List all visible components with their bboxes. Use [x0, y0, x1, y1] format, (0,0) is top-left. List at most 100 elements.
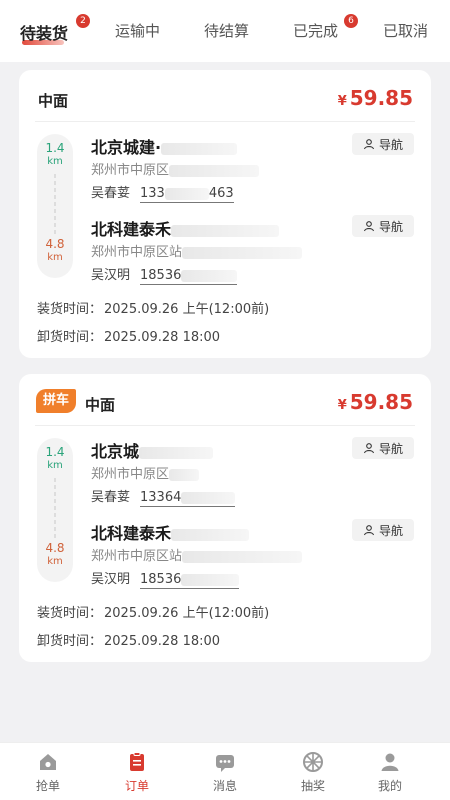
dropoff-address: 郑州市中原区站	[91, 241, 303, 260]
contact-name: 吴春荽	[91, 186, 131, 201]
dropoff-distance: 4.8	[45, 237, 65, 251]
bottom-nav-label: 我的	[377, 779, 402, 793]
redacted-text	[169, 468, 200, 481]
pickup-distance: 1.4	[45, 141, 65, 155]
time-label: 装货时间：	[37, 606, 103, 621]
redacted-text	[164, 187, 209, 200]
dropoff-navigate-button[interactable]: 导航	[352, 519, 414, 541]
time-label: 卸货时间：	[37, 330, 103, 345]
time-value: 2025.09.26 上午(12:00前)	[104, 302, 270, 317]
redacted-text	[182, 246, 303, 259]
dropoff-navigate-button[interactable]: 导航	[352, 215, 414, 237]
redacted-text	[181, 269, 238, 282]
tab-label: 已完成	[293, 22, 339, 40]
order-price: ¥59.85	[338, 390, 413, 414]
divider	[35, 425, 415, 426]
pickup-location-name: 北京城建·	[91, 134, 238, 158]
contact-name: 吴汉明	[91, 572, 131, 587]
contact-name: 吴汉明	[91, 268, 131, 283]
pickup-contact: 吴春荽 133 463	[91, 182, 234, 203]
loading-time: 装货时间： 2025.09.26 上午(12:00前)	[37, 298, 269, 317]
order-card[interactable]: 拼车 中面 ¥59.85 1.4 km 4.8 km 北京城 导航 郑州市中原区…	[19, 374, 431, 662]
dropoff-location-name: 北科建泰禾	[91, 520, 250, 544]
pickup-distance-unit: km	[47, 460, 63, 471]
divider	[35, 121, 415, 122]
route-line	[54, 174, 56, 234]
tab-label: 待结算	[204, 22, 250, 40]
message-icon	[216, 755, 234, 772]
redacted-text	[171, 528, 250, 541]
tab-completed[interactable]: 已完成 6	[293, 14, 358, 41]
pickup-address: 郑州市中原区	[91, 463, 200, 482]
redacted-text	[181, 573, 240, 586]
contact-name: 吴春荽	[91, 490, 131, 505]
unloading-time: 卸货时间： 2025.09.28 18:00	[37, 326, 220, 345]
distance-indicator: 1.4 km 4.8 km	[37, 438, 73, 582]
contact-phone[interactable]: 13364	[140, 490, 236, 507]
price-value: 59.85	[349, 390, 413, 414]
redacted-text	[161, 142, 238, 155]
person-icon	[363, 139, 375, 150]
pickup-contact: 吴春荽 13364	[91, 486, 236, 507]
time-value: 2025.09.26 上午(12:00前)	[104, 606, 270, 621]
navigate-label: 导航	[378, 137, 403, 152]
dropoff-contact: 吴汉明 18536	[91, 264, 238, 285]
dropoff-distance-unit: km	[47, 556, 63, 567]
tab-pending-loading[interactable]: 待装货 2	[20, 14, 90, 45]
pickup-navigate-button[interactable]: 导航	[352, 437, 414, 459]
bottom-navigation: 抢单 订单 消息 抽奖 我的	[0, 742, 450, 800]
vehicle-type: 中面	[38, 92, 69, 110]
order-icon	[130, 752, 144, 771]
order-card[interactable]: 中面 ¥59.85 1.4 km 4.8 km 北京城建· 导航 郑州市中原区 …	[19, 70, 431, 358]
distance-indicator: 1.4 km 4.8 km	[37, 134, 73, 278]
bottom-nav-lottery[interactable]: 抽奖	[288, 751, 338, 794]
person-icon	[363, 443, 375, 454]
pickup-navigate-button[interactable]: 导航	[352, 133, 414, 155]
pickup-distance: 1.4	[45, 445, 65, 459]
route-line	[54, 478, 56, 538]
contact-phone[interactable]: 18536	[140, 572, 240, 589]
person-icon	[363, 525, 375, 536]
redacted-text	[169, 164, 260, 177]
pickup-distance-unit: km	[47, 156, 63, 167]
bottom-nav-messages[interactable]: 消息	[200, 751, 250, 794]
dropoff-distance: 4.8	[45, 541, 65, 555]
bottom-nav-label: 消息	[212, 779, 237, 793]
tab-in-transit[interactable]: 运输中	[115, 20, 160, 41]
bottom-nav-orders[interactable]: 订单	[112, 751, 162, 794]
person-icon	[363, 221, 375, 232]
redacted-text	[171, 224, 280, 237]
tab-badge: 2	[76, 14, 90, 28]
profile-icon	[381, 753, 399, 771]
contact-phone[interactable]: 133 463	[140, 186, 234, 203]
navigate-label: 导航	[378, 523, 403, 538]
navigate-label: 导航	[378, 441, 403, 456]
dropoff-contact: 吴汉明 18536	[91, 568, 240, 589]
redacted-text	[181, 491, 236, 504]
carpool-badge: 拼车	[36, 389, 76, 413]
dropoff-location-name: 北科建泰禾	[91, 216, 280, 240]
currency-symbol: ¥	[337, 398, 347, 413]
redacted-text	[139, 446, 214, 459]
tab-label: 运输中	[115, 22, 161, 40]
tab-pending-settlement[interactable]: 待结算	[204, 20, 249, 41]
tab-badge: 6	[344, 14, 358, 28]
order-status-tabs: 待装货 2 运输中 待结算 已完成 6 已取消	[0, 0, 450, 62]
tab-label: 已取消	[383, 22, 429, 40]
bottom-nav-profile[interactable]: 我的	[365, 751, 415, 794]
pickup-location-name: 北京城	[91, 438, 214, 462]
currency-symbol: ¥	[337, 94, 347, 109]
bottom-nav-grab-orders[interactable]: 抢单	[23, 751, 73, 794]
navigate-label: 导航	[378, 219, 403, 234]
tab-cancelled[interactable]: 已取消	[383, 20, 428, 41]
time-value: 2025.09.28 18:00	[104, 634, 221, 649]
bottom-nav-label: 订单	[124, 779, 149, 793]
price-value: 59.85	[349, 86, 413, 110]
dropoff-address: 郑州市中原区站	[91, 545, 303, 564]
bottom-nav-label: 抽奖	[300, 779, 325, 793]
dropoff-distance-unit: km	[47, 252, 63, 263]
contact-phone[interactable]: 18536	[140, 268, 238, 285]
bottom-nav-label: 抢单	[35, 779, 60, 793]
home-icon	[40, 754, 56, 770]
loading-time: 装货时间： 2025.09.26 上午(12:00前)	[37, 602, 269, 621]
